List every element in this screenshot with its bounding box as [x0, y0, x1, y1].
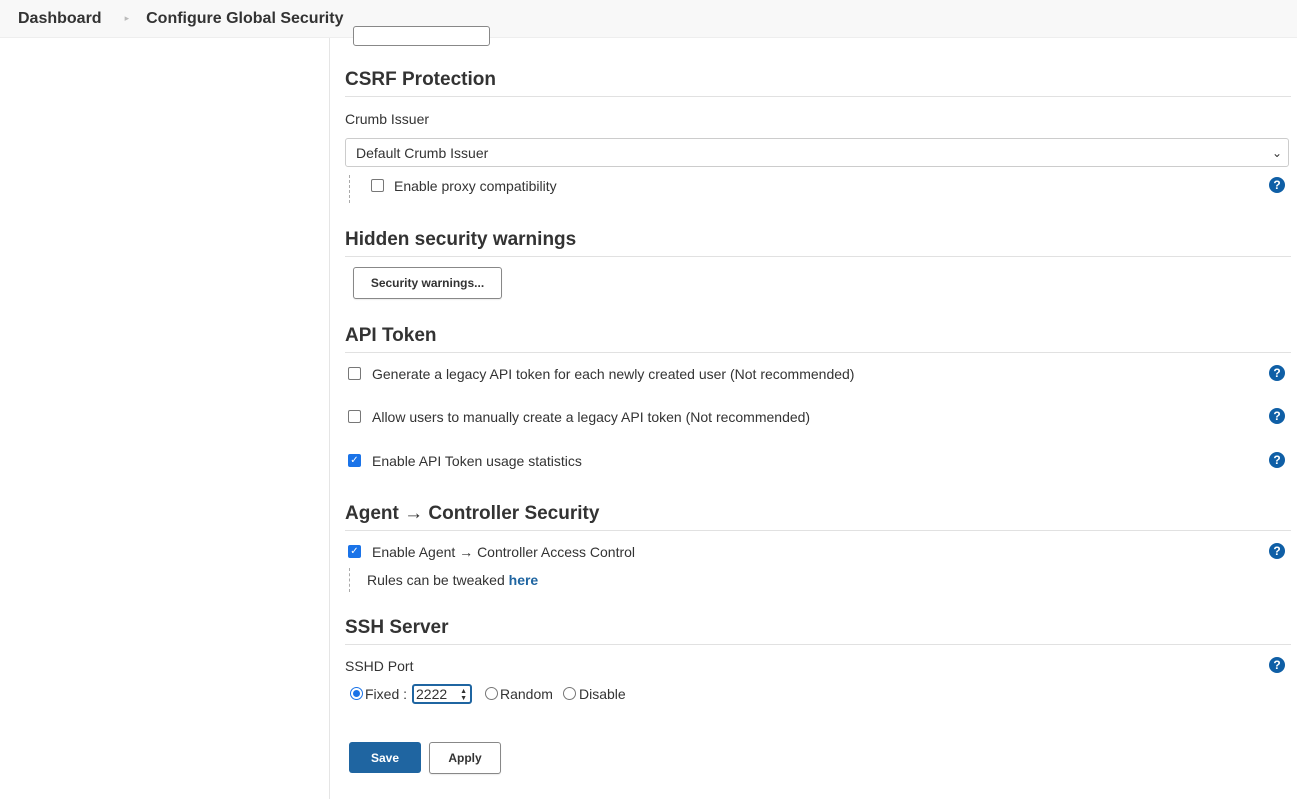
save-button[interactable]: Save [349, 742, 421, 773]
crumb-issuer-select[interactable]: Default Crumb Issuer ⌄ [345, 138, 1289, 167]
sshd-port-label: SSHD Port [345, 658, 414, 674]
legacy-token-manual-label: Allow users to manually create a legacy … [372, 409, 811, 425]
legacy-token-manual-checkbox[interactable] [348, 410, 361, 423]
nested-indicator [349, 175, 350, 203]
breadcrumb-separator-icon[interactable]: ▸ [125, 13, 130, 24]
rules-here-link[interactable]: here [509, 572, 539, 588]
rules-text-prefix: Rules can be tweaked [367, 572, 509, 588]
crumb-issuer-value: Default Crumb Issuer [356, 144, 489, 161]
port-random-radio[interactable] [485, 687, 498, 700]
breadcrumb-current: Configure Global Security [146, 9, 344, 27]
agent-security-heading: Agent → Controller Security [345, 503, 1291, 531]
chevron-down-icon: ⌄ [1271, 145, 1283, 160]
sshd-port-input[interactable]: 2222 ▲ ▼ [412, 684, 472, 704]
legacy-token-new-user-checkbox[interactable] [348, 367, 361, 380]
token-usage-stats-label: Enable API Token usage statistics [372, 453, 582, 469]
security-warnings-button[interactable]: Security warnings... [353, 267, 502, 299]
api-token-heading: API Token [345, 325, 1291, 353]
csrf-heading: CSRF Protection [345, 69, 1291, 97]
stepper-up-icon[interactable]: ▲ [460, 688, 467, 695]
breadcrumb: Dashboard ▸ Configure Global Security [0, 0, 1297, 38]
help-icon[interactable]: ? [1269, 365, 1285, 381]
agent-access-control-label: Enable Agent → Controller Access Control [372, 544, 636, 560]
breadcrumb-dashboard-link[interactable]: Dashboard [18, 10, 102, 28]
ssh-server-heading: SSH Server [345, 617, 1291, 645]
port-disable-radio[interactable] [563, 687, 576, 700]
sidebar [0, 38, 330, 799]
stepper-icon[interactable]: ▲ ▼ [460, 688, 467, 702]
apply-button[interactable]: Apply [429, 742, 501, 774]
help-icon[interactable]: ? [1269, 452, 1285, 468]
token-usage-stats-checkbox[interactable]: ✓ [348, 454, 361, 467]
legacy-token-new-user-label: Generate a legacy API token for each new… [372, 366, 855, 382]
rules-text: Rules can be tweaked here [367, 572, 538, 588]
stepper-down-icon[interactable]: ▼ [460, 695, 467, 702]
help-icon[interactable]: ? [1269, 657, 1285, 673]
help-icon[interactable]: ? [1269, 177, 1285, 193]
proxy-compatibility-checkbox[interactable] [371, 179, 384, 192]
crumb-issuer-label: Crumb Issuer [345, 111, 430, 127]
port-random-label: Random [500, 686, 553, 702]
main-content: CSRF Protection Crumb Issuer Default Cru… [345, 26, 1291, 799]
port-fixed-label: Fixed : [365, 686, 408, 702]
hidden-warnings-heading: Hidden security warnings [345, 229, 1291, 257]
agent-access-control-checkbox[interactable]: ✓ [348, 545, 361, 558]
partial-top-button[interactable] [353, 26, 490, 46]
proxy-compatibility-label: Enable proxy compatibility [394, 178, 557, 194]
port-disable-label: Disable [579, 686, 626, 702]
port-fixed-radio[interactable] [350, 687, 363, 700]
nested-indicator [349, 568, 350, 592]
help-icon[interactable]: ? [1269, 408, 1285, 424]
sshd-port-value: 2222 [416, 686, 448, 702]
help-icon[interactable]: ? [1269, 543, 1285, 559]
